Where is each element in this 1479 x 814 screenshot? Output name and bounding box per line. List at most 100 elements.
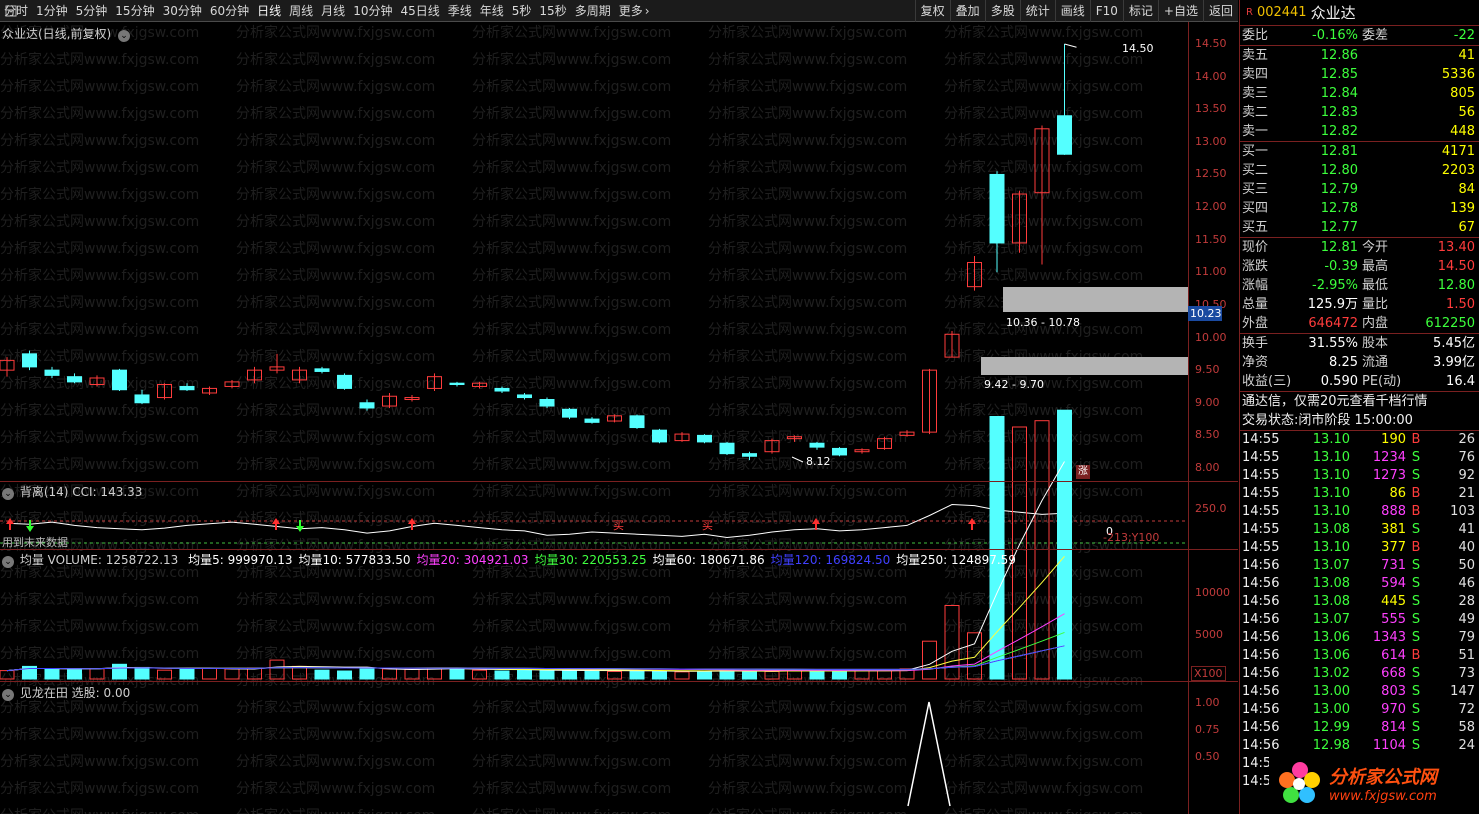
volume-bar bbox=[787, 670, 802, 680]
order-price: 12.81 bbox=[1320, 144, 1358, 159]
tick-volume: 190 bbox=[1381, 432, 1406, 447]
buy-order-row[interactable]: 买四 12.78 139 bbox=[1240, 199, 1479, 218]
tick-count: 49 bbox=[1458, 612, 1475, 627]
toolbar-button-8[interactable]: 返回 bbox=[1202, 0, 1238, 22]
toolbar-button-5[interactable]: F10 bbox=[1089, 0, 1123, 22]
watermark-text: 分析家公式网www.fxjgsw.com bbox=[708, 187, 908, 203]
watermark-text: 分析家公式网www.fxjgsw.com bbox=[236, 484, 436, 500]
chevron-down-icon[interactable]: ⌄ bbox=[2, 689, 14, 701]
sell-order-row[interactable]: 卖四 12.85 5336 bbox=[1240, 65, 1479, 84]
tab-period-16[interactable]: 更多 › bbox=[615, 0, 654, 22]
fundamental-row: 收益(三) 0.590 PE(动) 16.4 bbox=[1240, 372, 1479, 391]
order-volume: 4171 bbox=[1441, 144, 1475, 159]
chevron-down-icon[interactable]: ⌄ bbox=[2, 488, 14, 500]
volume-ma-label: 均量250: 124897.59 bbox=[896, 553, 1016, 567]
volume-bar bbox=[202, 668, 217, 680]
tick-volume: 381 bbox=[1381, 522, 1406, 537]
tick-volume: 377 bbox=[1381, 540, 1406, 555]
stat-value: 646472 bbox=[1308, 316, 1358, 331]
zone-lower-label: 9.42 - 9.70 bbox=[984, 378, 1044, 391]
cci-title-text: 背离(14) CCI: 143.33 bbox=[19, 485, 143, 499]
volume-bar bbox=[427, 667, 442, 680]
tick-volume: 803 bbox=[1381, 684, 1406, 699]
watermark-text: 分析家公式网www.fxjgsw.com bbox=[0, 376, 200, 392]
tab-period-1[interactable]: 1分钟 bbox=[32, 0, 72, 22]
stat-label: 换手 bbox=[1242, 336, 1269, 351]
tab-period-12[interactable]: 年线 bbox=[476, 0, 508, 22]
order-price: 12.83 bbox=[1320, 105, 1358, 120]
signal-axis-tick: 0.75 bbox=[1195, 723, 1220, 736]
buy-order-row[interactable]: 买三 12.79 84 bbox=[1240, 180, 1479, 199]
tab-period-4[interactable]: 30分钟 bbox=[159, 0, 206, 22]
toolbar-button-3[interactable]: 统计 bbox=[1019, 0, 1055, 22]
tab-period-15[interactable]: 多周期 bbox=[571, 0, 615, 22]
fundamental-row: 换手 31.55% 股本 5.45亿 bbox=[1240, 334, 1479, 353]
sell-order-row[interactable]: 卖二 12.83 56 bbox=[1240, 103, 1479, 122]
tab-period-14[interactable]: 15秒 bbox=[535, 0, 570, 22]
chevron-down-icon[interactable]: ⌄ bbox=[118, 30, 131, 42]
tab-period-2[interactable]: 5分钟 bbox=[72, 0, 112, 22]
tab-period-11[interactable]: 季线 bbox=[444, 0, 476, 22]
buy-order-row[interactable]: 买二 12.80 2203 bbox=[1240, 161, 1479, 180]
buy-order-row[interactable]: 买五 12.77 67 bbox=[1240, 218, 1479, 237]
toolbar-button-1[interactable]: 叠加 bbox=[949, 0, 985, 22]
volume-bar bbox=[652, 670, 667, 680]
watermark-text: 分析家公式网www.fxjgsw.com bbox=[236, 430, 436, 446]
toolbar-button-6[interactable]: 标记 bbox=[1122, 0, 1158, 22]
toolbar-button-4[interactable]: 画线 bbox=[1054, 0, 1090, 22]
tab-period-8[interactable]: 月线 bbox=[317, 0, 349, 22]
tab-period-5[interactable]: 60分钟 bbox=[206, 0, 253, 22]
order-volume: 67 bbox=[1458, 220, 1475, 235]
tab-period-13[interactable]: 5秒 bbox=[508, 0, 536, 22]
candle-body bbox=[652, 429, 667, 443]
tab-period-3[interactable]: 15分钟 bbox=[111, 0, 158, 22]
price-axis-tick: 10.00 bbox=[1195, 330, 1227, 344]
watermark-text: 分析家公式网www.fxjgsw.com bbox=[0, 214, 200, 230]
tick-row: 14:55 13.08 381 S 41 bbox=[1240, 521, 1479, 539]
tick-side: S bbox=[1411, 468, 1421, 483]
tick-row: 14:55 13.10 1273 S 92 bbox=[1240, 467, 1479, 485]
chevron-down-icon[interactable]: ⌄ bbox=[2, 556, 14, 568]
panel-divider bbox=[0, 681, 1238, 682]
volume-ma-label: 均量120: 169824.50 bbox=[770, 553, 891, 567]
candlestick-chart[interactable] bbox=[0, 0, 1238, 814]
toolbar: 分时 1分钟 5分钟 15分钟 30分钟 60分钟 日线 周线 月线 10分钟 45日线 季线 年线 5秒… bbox=[0, 0, 1238, 22]
tick-row: 14:55 13.10 86 B 21 bbox=[1240, 485, 1479, 503]
volume-bar bbox=[967, 632, 982, 680]
tick-side: S bbox=[1411, 720, 1421, 735]
watermark-text: 分析家公式网www.fxjgsw.com bbox=[708, 727, 908, 743]
watermark-text: 分析家公式网www.fxjgsw.com bbox=[708, 214, 908, 230]
watermark-text: 分析家公式网www.fxjgsw.com bbox=[236, 403, 436, 419]
volume-bar bbox=[157, 669, 172, 680]
watermark-text: 分析家公式网www.fxjgsw.com bbox=[944, 430, 1144, 446]
toolbar-button-0[interactable]: 复权 bbox=[914, 0, 950, 22]
toolbar-button-2[interactable]: 多股 bbox=[984, 0, 1020, 22]
sell-order-row[interactable]: 卖三 12.84 805 bbox=[1240, 84, 1479, 103]
stat-label: PE(动) bbox=[1362, 374, 1402, 389]
toolbar-button-7[interactable]: +自选 bbox=[1157, 0, 1203, 22]
tab-period-6[interactable]: 日线 bbox=[253, 0, 285, 22]
watermark-text: 分析家公式网www.fxjgsw.com bbox=[708, 511, 908, 527]
price-axis-tick: 12.50 bbox=[1195, 167, 1227, 181]
tick-list[interactable]: 14:55 13.10 190 B 26 14:55 13.10 1234 S 76 14:55 13… bbox=[1240, 431, 1479, 791]
promo-link[interactable]: 通达信，仅需20元查看千档行情 bbox=[1240, 392, 1479, 411]
menu-icon[interactable] bbox=[0, 0, 22, 22]
tab-period-7[interactable]: 周线 bbox=[285, 0, 317, 22]
volume-bar bbox=[1057, 409, 1072, 680]
tab-period-9[interactable]: 10分钟 bbox=[349, 0, 396, 22]
sell-order-row[interactable]: 卖五 12.86 41 bbox=[1240, 46, 1479, 65]
watermark-text: 分析家公式网www.fxjgsw.com bbox=[472, 700, 672, 716]
watermark-text: 分析家公式网www.fxjgsw.com bbox=[236, 241, 436, 257]
tab-period-10[interactable]: 45日线 bbox=[396, 0, 443, 22]
watermark-text: 分析家公式网www.fxjgsw.com bbox=[0, 268, 200, 284]
buy-order-row[interactable]: 买一 12.81 4171 bbox=[1240, 142, 1479, 161]
signal-title-text: 见龙在田 选股: 0.00 bbox=[19, 686, 131, 700]
tick-side: B bbox=[1411, 540, 1421, 555]
tick-price: 12.99 bbox=[1312, 720, 1350, 735]
watermark-text: 分析家公式网www.fxjgsw.com bbox=[0, 79, 200, 95]
sell-order-row[interactable]: 卖一 12.82 448 bbox=[1240, 122, 1479, 141]
order-label: 买三 bbox=[1242, 182, 1269, 197]
volume-bar bbox=[89, 668, 105, 680]
order-label: 买一 bbox=[1242, 144, 1269, 159]
volume-unit-label: X100 bbox=[1191, 666, 1226, 681]
